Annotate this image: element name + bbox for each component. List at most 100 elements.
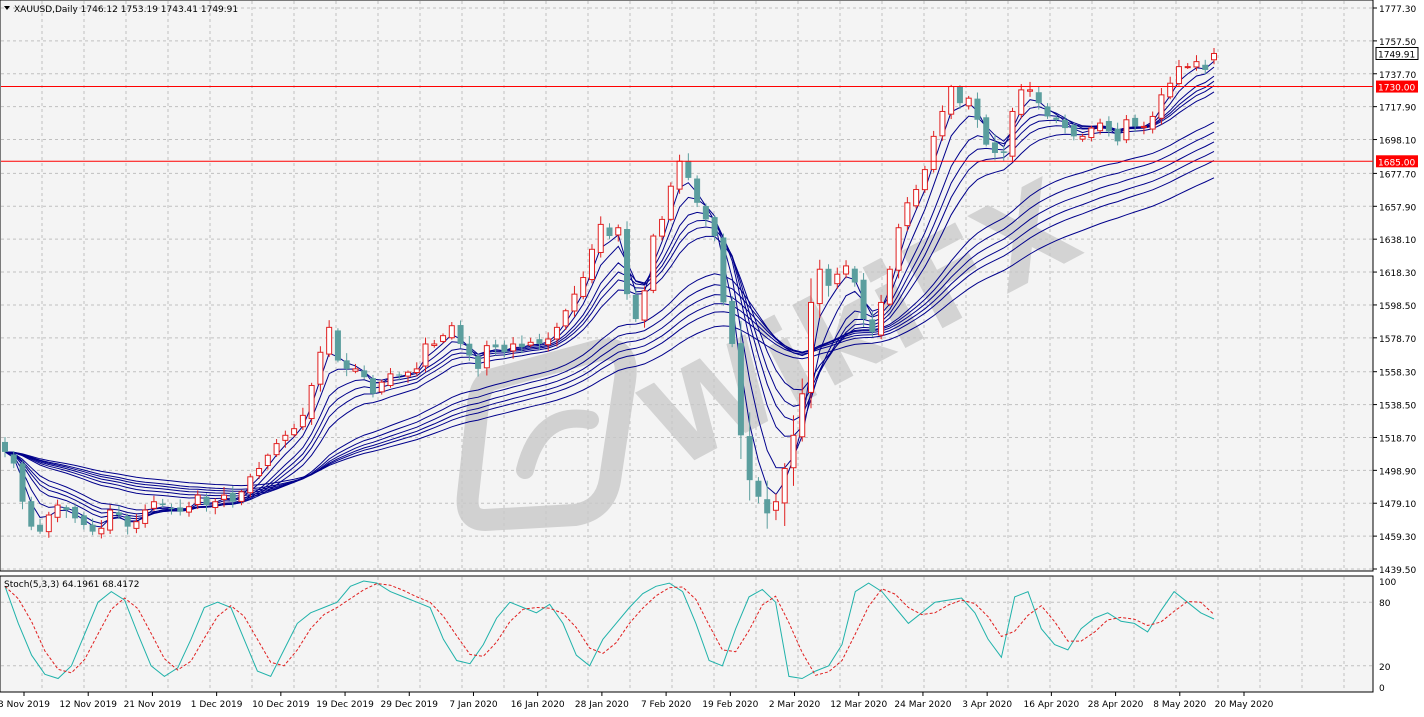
chart-canvas[interactable]: WikiFX 1730.001685.00 1777.301757.501737… — [0, 0, 1424, 713]
candle-body-bull — [1149, 115, 1156, 130]
candle-body-bull — [1088, 127, 1095, 139]
candle — [895, 223, 902, 279]
candle — [729, 295, 736, 348]
time-tick-label: 16 Apr 2020 — [1024, 700, 1080, 710]
candle-body-bull — [1009, 110, 1016, 157]
candle-body-bull — [939, 110, 946, 137]
candle — [921, 165, 928, 193]
time-tick-label: 3 Nov 2019 — [0, 700, 50, 710]
price-tick-label: 1498.90 — [1379, 467, 1416, 477]
candle-body-bull — [1079, 135, 1086, 140]
candle-body-bear — [518, 343, 525, 348]
candle-body-bull — [878, 301, 885, 336]
candle — [948, 84, 955, 120]
time-tick-label: 8 May 2020 — [1153, 700, 1206, 710]
candle-body-bear — [632, 294, 639, 320]
candle-body-bear — [369, 378, 376, 394]
candle-body-bull — [299, 414, 306, 428]
indicator-label: Stoch(5,3,3) 64.1961 68.4172 — [4, 580, 139, 590]
candle — [334, 328, 341, 363]
time-tick-label: 28 Apr 2020 — [1088, 700, 1144, 710]
candle-body-bull — [142, 509, 149, 524]
price-tick-label: 1439.50 — [1379, 566, 1416, 576]
candle — [860, 273, 867, 327]
candle-body-bear — [1105, 120, 1112, 132]
candle-body-bear — [89, 524, 96, 532]
time-tick-label: 7 Feb 2020 — [641, 700, 692, 710]
time-tick-label: 3 Apr 2020 — [962, 700, 1012, 710]
candle-body-bear — [1202, 64, 1209, 70]
candle-body-bull — [580, 277, 587, 297]
candle-body-bull — [1097, 122, 1104, 132]
candle-body-bull — [667, 185, 674, 220]
candle-body-bear — [396, 374, 403, 376]
candle — [624, 221, 631, 300]
candle-body-bear — [746, 436, 753, 481]
candle-body-bear — [974, 98, 981, 120]
candle-body-bear — [72, 506, 79, 519]
candle-body-bear — [63, 507, 70, 511]
candle-body-bear — [702, 205, 709, 220]
candle-body-bear — [501, 344, 508, 353]
candle — [28, 496, 35, 531]
candle-body-bull — [308, 384, 315, 420]
candle-body-bull — [221, 494, 228, 500]
candle-body-bull — [483, 345, 490, 369]
candle-body-bear — [755, 480, 762, 497]
candle-body-bear — [229, 492, 236, 502]
candle-body-bear — [343, 360, 350, 369]
candle-body-bull — [1158, 94, 1165, 119]
candle-body-bull — [1018, 89, 1025, 115]
candle-body-bull — [54, 504, 61, 518]
candle-body-bull — [615, 227, 622, 236]
candle-body-bear — [475, 356, 482, 369]
candle-body-bear — [991, 142, 998, 153]
level-price-label: 1685.00 — [1378, 158, 1415, 168]
candle-body-bull — [107, 509, 114, 531]
candle-body-bull — [256, 468, 263, 477]
candle-body-bull — [273, 443, 280, 456]
candle-body-bull — [1175, 66, 1182, 85]
candle-body-bear — [825, 268, 832, 286]
candle-body-bear — [536, 339, 543, 344]
candle-body-bear — [720, 237, 727, 303]
candle-body-bull — [545, 338, 552, 346]
current-price-label: 1749.91 — [1378, 50, 1415, 60]
candle-body-bull — [965, 97, 972, 107]
time-tick-label: 24 Mar 2020 — [894, 700, 951, 710]
candle-body-bull — [212, 501, 219, 509]
candle-body-bull — [440, 335, 447, 342]
candle-body-bear — [203, 496, 210, 506]
candle-body-bear — [457, 325, 464, 344]
time-tick-label: 16 Jan 2020 — [511, 700, 565, 710]
time-tick-label: 12 Mar 2020 — [830, 700, 887, 710]
time-tick-label: 1 Dec 2019 — [191, 700, 243, 710]
candle-body-bear — [168, 508, 175, 510]
candle-body-bear — [624, 229, 631, 295]
candle — [308, 382, 315, 425]
time-tick-label: 21 Nov 2019 — [124, 700, 182, 710]
candle-body-bull — [650, 235, 657, 291]
candle-body-bear — [115, 512, 122, 516]
time-tick-label: 12 Nov 2019 — [59, 700, 117, 710]
candle-body-bear — [177, 507, 184, 512]
candle-body-bull — [588, 248, 595, 281]
candle — [694, 175, 701, 208]
time-axis: 3 Nov 2019 12 Nov 2019 21 Nov 2019 1 Dec 20… — [0, 692, 1274, 710]
candle-body-bear — [466, 343, 473, 356]
candle — [930, 130, 937, 173]
candle-body-bull — [1184, 66, 1191, 69]
candle-body-bear — [19, 463, 26, 502]
candle-body-bull — [799, 393, 806, 438]
candle-body-bull — [264, 454, 271, 466]
candle-body-bear — [983, 117, 990, 145]
candle — [1009, 107, 1016, 162]
candle-body-bear — [1035, 92, 1042, 104]
candle-body-bull — [808, 301, 814, 393]
candle — [667, 182, 674, 222]
price-tick-label: 1459.30 — [1379, 533, 1416, 543]
candle-body-bull — [641, 290, 648, 321]
trading-chart[interactable]: WikiFX 1730.00 1685.00 1777.30 1757.50 1737… — [0, 0, 1424, 713]
candle-body-bull — [948, 86, 955, 115]
time-tick-label: 7 Jan 2020 — [449, 700, 497, 710]
